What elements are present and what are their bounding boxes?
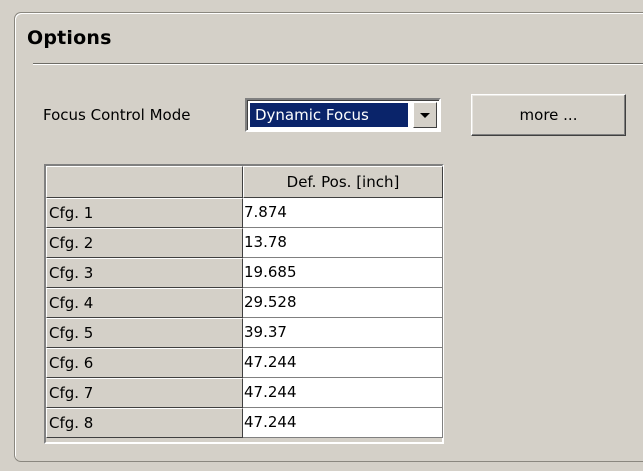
table-row: Cfg. 4 29.528 xyxy=(46,288,443,318)
table-row: Cfg. 1 7.874 xyxy=(46,198,443,228)
config-position-table: Def. Pos. [inch] Cfg. 1 7.874 Cfg. 2 13.… xyxy=(44,164,444,444)
position-cell[interactable]: 47.244 xyxy=(243,408,443,438)
focus-control-mode-label: Focus Control Mode xyxy=(43,106,191,124)
position-cell[interactable]: 19.685 xyxy=(243,258,443,288)
row-header[interactable]: Cfg. 4 xyxy=(46,288,243,318)
row-header[interactable]: Cfg. 6 xyxy=(46,348,243,378)
table-row: Cfg. 5 39.37 xyxy=(46,318,443,348)
row-header[interactable]: Cfg. 5 xyxy=(46,318,243,348)
focus-control-mode-dropdown[interactable]: Dynamic Focus xyxy=(245,98,441,132)
row-header[interactable]: Cfg. 3 xyxy=(46,258,243,288)
focus-control-mode-selected-value: Dynamic Focus xyxy=(250,103,408,127)
row-header[interactable]: Cfg. 7 xyxy=(46,378,243,408)
table-row: Cfg. 6 47.244 xyxy=(46,348,443,378)
row-header[interactable]: Cfg. 1 xyxy=(46,198,243,228)
position-cell[interactable]: 47.244 xyxy=(243,348,443,378)
more-button[interactable]: more ... xyxy=(471,94,626,136)
position-cell[interactable]: 7.874 xyxy=(243,198,443,228)
table-row: Cfg. 2 13.78 xyxy=(46,228,443,258)
table-row: Cfg. 8 47.244 xyxy=(46,408,443,438)
table-corner-header xyxy=(46,166,243,198)
options-title: Options xyxy=(27,27,112,49)
table-row: Cfg. 7 47.244 xyxy=(46,378,443,408)
column-header-def-pos[interactable]: Def. Pos. [inch] xyxy=(243,166,443,198)
position-cell[interactable]: 13.78 xyxy=(243,228,443,258)
row-header[interactable]: Cfg. 2 xyxy=(46,228,243,258)
table-row: Cfg. 3 19.685 xyxy=(46,258,443,288)
row-header[interactable]: Cfg. 8 xyxy=(46,408,243,438)
position-cell[interactable]: 29.528 xyxy=(243,288,443,318)
chevron-down-icon[interactable] xyxy=(413,102,437,128)
position-cell[interactable]: 47.244 xyxy=(243,378,443,408)
position-cell[interactable]: 39.37 xyxy=(243,318,443,348)
options-divider xyxy=(33,63,643,65)
